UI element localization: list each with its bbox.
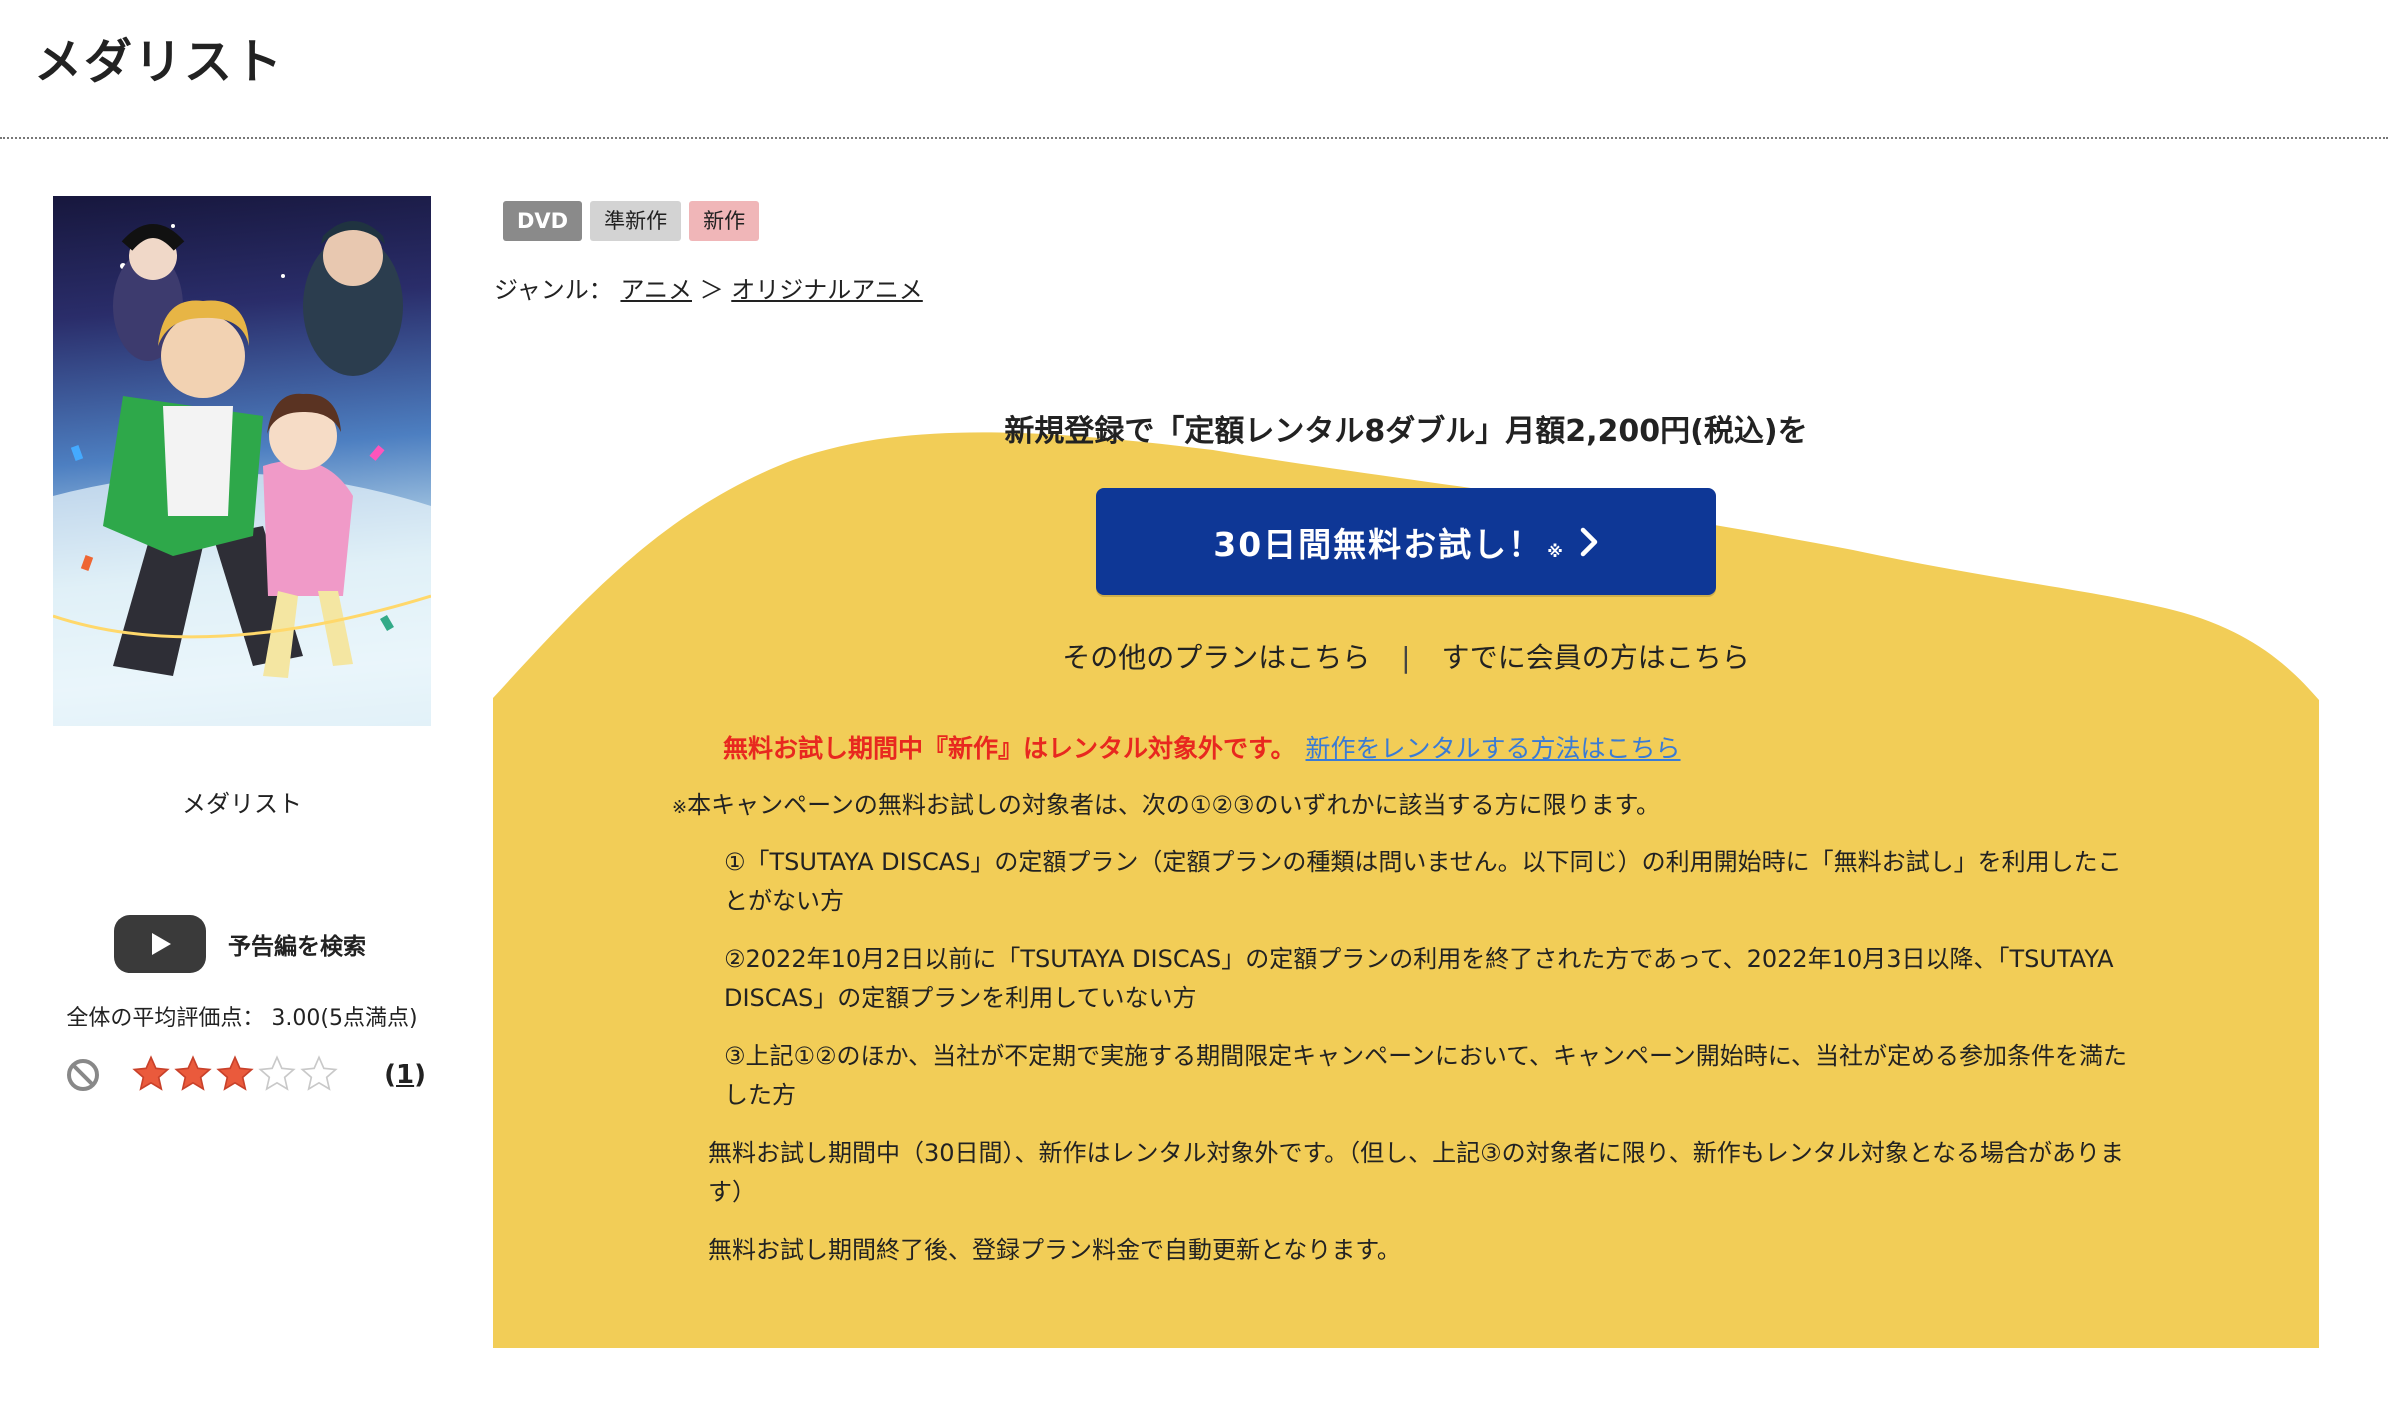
- plan-links: その他のプランはこちら | すでに会員の方はこちら: [493, 636, 2319, 676]
- terms-intro-mark: ※: [672, 797, 688, 818]
- free-trial-label: 30日間無料お試し！: [1213, 524, 1544, 564]
- review-open: (: [384, 1060, 397, 1090]
- review-count-link[interactable]: (1): [384, 1060, 426, 1090]
- terms-intro: ※本キャンペーンの無料お試しの対象者は、次の①②③のいずれかに該当する方に限りま…: [672, 786, 2142, 827]
- terms-note-2: 無料お試し期間終了後、登録プラン料金で自動更新となります。: [708, 1236, 1401, 1264]
- trailer-search[interactable]: 予告編を検索: [114, 914, 366, 974]
- review-close: ): [414, 1060, 426, 1090]
- genre-prefix: ジャンル：: [494, 276, 613, 304]
- star-filled-icon: [216, 1055, 254, 1091]
- member-login-link[interactable]: すでに会員の方はこちら: [1441, 641, 1749, 674]
- cover-image[interactable]: [53, 196, 431, 726]
- terms-intro-text: 本キャンペーンの無料お試しの対象者は、次の①②③のいずれかに該当する方に限ります…: [687, 791, 1661, 819]
- free-trial-mark: ※: [1547, 542, 1565, 561]
- page-title: メダリスト: [34, 34, 285, 90]
- badge-new: 新作: [689, 201, 760, 241]
- star-rating: [130, 1054, 340, 1094]
- free-trial-button[interactable]: 30日間無料お試し！ ※: [1096, 488, 1716, 595]
- genre-link-anime[interactable]: アニメ: [620, 276, 692, 304]
- star-filled-icon: [132, 1055, 170, 1091]
- promo-headline: 新規登録で「定額レンタル8ダブル」月額2,200円(税込)を: [1004, 414, 1808, 449]
- header-divider: [0, 137, 2388, 139]
- new-release-notice: 無料お試し期間中『新作』はレンタル対象外です。 新作をレンタルする方法はこちら: [723, 729, 1681, 765]
- genre-link-original-anime[interactable]: オリジナルアニメ: [731, 276, 923, 304]
- star-empty-icon: [300, 1055, 338, 1091]
- ban-icon[interactable]: [66, 1058, 100, 1092]
- terms-item-3: ③上記①②のほか、当社が不定期で実施する期間限定キャンペーンにおいて、キャンペー…: [724, 1042, 2128, 1109]
- average-rating: 全体の平均評価点： 3.00(5点満点): [66, 1006, 418, 1031]
- terms-note-1: 無料お試し期間中（30日間）、新作はレンタル対象外です。（但し、上記③の対象者に…: [708, 1139, 2124, 1206]
- genre-breadcrumb: ジャンル： アニメ ＞ オリジナルアニメ: [494, 270, 923, 305]
- video-play-icon: [114, 915, 206, 973]
- notice-warning: 無料お試し期間中『新作』はレンタル対象外です。: [723, 734, 1296, 763]
- rating-row: (1): [66, 1052, 426, 1098]
- terms-item-1: ①「TSUTAYA DISCAS」の定額プラン（定額プランの種類は問いません。以…: [724, 848, 2122, 915]
- other-plans-link[interactable]: その他のプランはこちら: [1062, 641, 1370, 674]
- campaign-terms: ※本キャンペーンの無料お試しの対象者は、次の①②③のいずれかに該当する方に限りま…: [672, 786, 2142, 1289]
- star-filled-icon: [174, 1055, 212, 1091]
- plan-links-divider: |: [1401, 641, 1411, 674]
- review-count: 1: [396, 1060, 415, 1090]
- terms-item-2: ②2022年10月2日以前に「TSUTAYA DISCAS」の定額プランの利用を…: [724, 945, 2114, 1012]
- trailer-label: 予告編を検索: [228, 934, 366, 960]
- genre-separator: ＞: [699, 276, 724, 304]
- chevron-right-icon: [1580, 527, 1597, 556]
- cover-caption: メダリスト: [182, 790, 302, 818]
- format-badges: DVD 準新作 新作: [503, 201, 760, 241]
- badge-semi-new: 準新作: [590, 201, 682, 241]
- star-empty-icon: [258, 1055, 296, 1091]
- cover-artwork: [53, 221, 431, 726]
- new-release-rental-link[interactable]: 新作をレンタルする方法はこちら: [1306, 734, 1681, 763]
- badge-dvd: DVD: [503, 201, 583, 241]
